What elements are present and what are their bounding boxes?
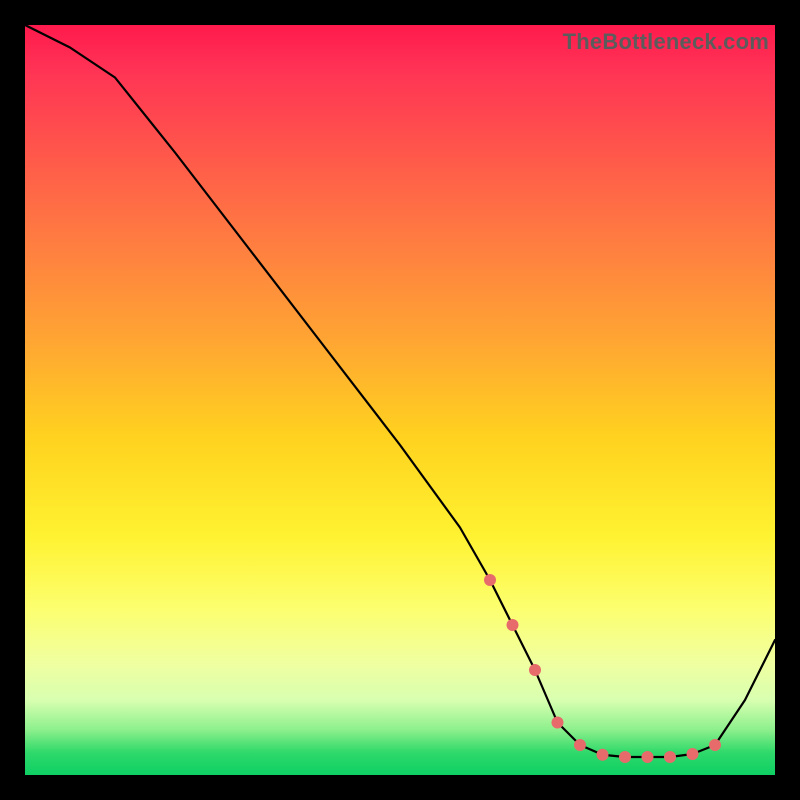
curve-marker-dot xyxy=(619,751,631,763)
curve-marker-dot xyxy=(664,751,676,763)
curve-marker-dot xyxy=(574,739,586,751)
curve-marker-dot xyxy=(642,751,654,763)
curve-marker-dot xyxy=(597,749,609,761)
curve-marker-dot xyxy=(507,619,519,631)
curve-marker-dot xyxy=(552,717,564,729)
curve-marker-dot xyxy=(529,664,541,676)
gradient-plot-area: TheBottleneck.com xyxy=(25,25,775,775)
chart-svg xyxy=(25,25,775,775)
curve-marker-dot xyxy=(709,739,721,751)
curve-markers xyxy=(484,574,721,763)
curve-line xyxy=(25,25,775,757)
chart-stage: TheBottleneck.com xyxy=(0,0,800,800)
curve-marker-dot xyxy=(687,748,699,760)
curve-marker-dot xyxy=(484,574,496,586)
